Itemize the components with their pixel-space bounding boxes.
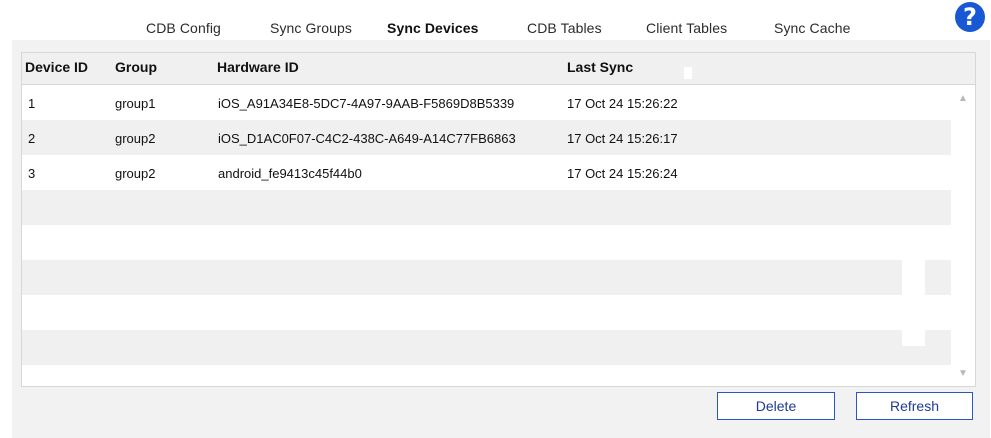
refresh-button[interactable]: Refresh <box>856 392 973 420</box>
vertical-scrollbar[interactable]: ▲ ▼ <box>952 85 974 385</box>
empty-row <box>22 225 951 260</box>
column-header-group[interactable]: Group <box>115 59 157 75</box>
column-header-device-id[interactable]: Device ID <box>25 59 88 75</box>
empty-row <box>22 330 951 365</box>
tab-sync-devices[interactable]: Sync Devices <box>387 20 478 36</box>
tab-cdb-config[interactable]: CDB Config <box>146 20 221 36</box>
table-row[interactable]: 2 group2 iOS_D1AC0F07-C4C2-438C-A649-A14… <box>22 120 951 155</box>
column-header-last-sync[interactable]: Last Sync <box>567 59 633 75</box>
chevron-up-icon[interactable]: ▲ <box>952 93 974 104</box>
tab-client-tables[interactable]: Client Tables <box>646 20 727 36</box>
header-notch <box>684 67 692 79</box>
empty-row <box>22 190 951 225</box>
cell-last-sync: 17 Oct 24 15:26:17 <box>567 131 678 146</box>
chevron-down-icon[interactable]: ▼ <box>952 368 974 379</box>
cell-last-sync: 17 Oct 24 15:26:24 <box>567 166 678 181</box>
cell-hardware-id: android_fe9413c45f44b0 <box>218 166 362 181</box>
help-icon[interactable]: ? <box>955 2 985 32</box>
empty-row <box>22 295 951 330</box>
table-row[interactable]: 3 group2 android_fe9413c45f44b0 17 Oct 2… <box>22 155 951 190</box>
blank-region <box>902 254 925 346</box>
cell-group: group1 <box>115 96 156 111</box>
cell-device-id: 2 <box>28 131 36 146</box>
devices-table: Device ID Group Hardware ID Last Sync 1 … <box>21 52 976 387</box>
cell-hardware-id: iOS_A91A34E8-5DC7-4A97-9AAB-F5869D8B5339 <box>218 96 515 111</box>
cell-device-id: 1 <box>28 96 36 111</box>
column-header-hardware-id[interactable]: Hardware ID <box>217 59 299 75</box>
cell-group: group2 <box>115 131 156 146</box>
empty-row <box>22 260 951 295</box>
table-header: Device ID Group Hardware ID Last Sync <box>22 53 975 85</box>
cell-device-id: 3 <box>28 166 36 181</box>
delete-button[interactable]: Delete <box>717 392 835 420</box>
cell-hardware-id: iOS_D1AC0F07-C4C2-438C-A649-A14C77FB6863 <box>218 131 516 146</box>
tab-sync-cache[interactable]: Sync Cache <box>774 20 850 36</box>
cell-group: group2 <box>115 166 156 181</box>
tab-cdb-tables[interactable]: CDB Tables <box>527 20 602 36</box>
table-body: 1 group1 iOS_A91A34E8-5DC7-4A97-9AAB-F58… <box>22 85 951 365</box>
tab-bar: CDB Config Sync Groups Sync Devices CDB … <box>0 0 991 42</box>
tab-sync-groups[interactable]: Sync Groups <box>270 20 352 36</box>
cell-last-sync: 17 Oct 24 15:26:22 <box>567 96 678 111</box>
table-row[interactable]: 1 group1 iOS_A91A34E8-5DC7-4A97-9AAB-F58… <box>22 85 951 120</box>
